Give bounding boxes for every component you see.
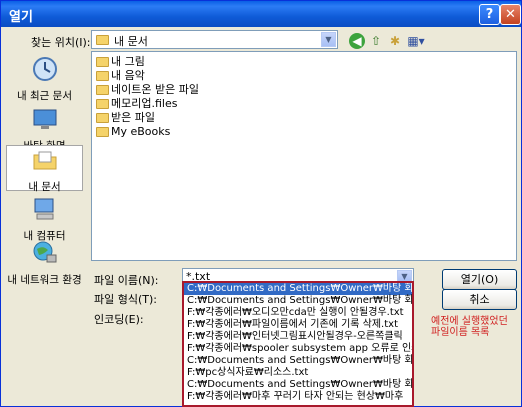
autocomplete-dropdown[interactable]: C:₩Documents and Settings₩Owner₩바탕 화면₩ C… [182, 281, 414, 407]
list-item[interactable]: 내 그림 [96, 55, 145, 69]
desktop-icon [33, 109, 56, 129]
autocomplete-item[interactable]: C:₩Documents and Settings₩Owner₩바탕 화면₩ [187, 355, 412, 367]
places-bar: 내 최근 문서 바탕 화면 내 문서 내 컴퓨터 내 네트워크 환경 [6, 49, 83, 286]
autocomplete-item[interactable]: F:₩pc상식자료₩리소스.txt [187, 367, 308, 379]
file-name: 내 음악 [111, 69, 145, 82]
lookin-value: 내 문서 [114, 35, 148, 48]
place-network[interactable]: 내 네트워크 환경 [6, 239, 83, 286]
lookin-combo[interactable]: 내 문서 ▼ [91, 30, 338, 49]
annotation-line: 예전에 실행했었던 [431, 316, 508, 327]
place-computer[interactable]: 내 컴퓨터 [6, 195, 83, 242]
my-computer-icon [34, 198, 53, 220]
folder-icon [96, 57, 109, 67]
place-label: 내 문서 [28, 181, 61, 193]
annotation-note: 예전에 실행했었던 파일이름 목록 [431, 316, 508, 338]
filetype-label: 파일 형식(T): [94, 293, 157, 306]
chevron-down-icon[interactable]: ▼ [321, 32, 336, 47]
folder-icon [96, 71, 109, 81]
place-label: 내 최근 문서 [17, 90, 72, 102]
list-item[interactable]: 메모리업.files [96, 97, 177, 111]
my-documents-icon [33, 151, 56, 170]
back-icon[interactable]: ◀ [349, 33, 365, 49]
place-mydocs[interactable]: 내 문서 [6, 145, 83, 193]
up-folder-icon[interactable]: ⇧ [368, 33, 384, 49]
file-name: 네이트온 받은 파일 [111, 83, 199, 96]
file-list[interactable]: 내 그림 내 음악 네이트온 받은 파일 메모리업.files 받은 파일 My… [91, 51, 517, 261]
file-name: 받은 파일 [111, 111, 155, 124]
autocomplete-item[interactable]: F:₩각종에러₩마후 꾸러기 타자 안되는 현상₩마후 [187, 391, 403, 403]
recent-documents-icon [32, 57, 57, 81]
place-recent[interactable]: 내 최근 문서 [6, 55, 83, 102]
help-button[interactable]: ? [479, 4, 500, 25]
folder-icon [96, 113, 109, 123]
file-name: 메모리업.files [111, 97, 178, 110]
encoding-label: 인코딩(E): [94, 313, 144, 326]
lookin-label: 찾는 위치(I): [31, 36, 91, 49]
autocomplete-item[interactable]: C:₩Documents and Settings₩Owner₩바탕 화면₩ [187, 379, 412, 391]
autocomplete-item[interactable]: C:₩Documents and Settings₩Owner₩바탕 화면₩ [187, 295, 412, 307]
place-desktop[interactable]: 바탕 화면 [6, 105, 83, 152]
views-menu-icon[interactable]: ▦▾ [406, 33, 426, 49]
autocomplete-item[interactable]: C:₩Documents and Settings₩Owner₩바탕 화면₩ [184, 283, 412, 295]
annotation-line: 파일이름 목록 [431, 327, 490, 338]
folder-icon [96, 127, 109, 137]
list-item[interactable]: 내 음악 [96, 69, 145, 83]
autocomplete-item[interactable]: F:₩각종에러₩spooler subsystem app 오류로 인쇄 [187, 343, 412, 355]
open-dialog: 열기 ? ✕ 찾는 위치(I): 내 문서 ▼ ◀ ⇧ ✱ ▦▾ 내 최근 문서… [0, 0, 522, 407]
autocomplete-item[interactable]: F:₩각종에러₩인터넷그림표시안될경우-오른쪽클릭 [187, 331, 403, 343]
autocomplete-item[interactable]: F:₩각종에러₩오디오만cda만 실행이 안될경우.txt [187, 307, 404, 319]
network-icon [33, 241, 56, 263]
close-button[interactable]: ✕ [500, 4, 521, 25]
filename-label: 파일 이름(N): [94, 274, 159, 287]
place-label: 내 네트워크 환경 [7, 274, 82, 286]
folder-icon [96, 33, 111, 46]
file-name: My eBooks [111, 125, 171, 138]
list-item[interactable]: My eBooks [96, 125, 170, 139]
folder-icon [96, 85, 109, 95]
title-bar[interactable]: 열기 ? ✕ [1, 1, 521, 27]
window-title: 열기 [9, 10, 33, 25]
folder-icon [96, 99, 109, 109]
autocomplete-item[interactable]: F:₩각종에러₩파일이름에서 기존에 기록 삭제.txt [187, 319, 398, 331]
list-item[interactable]: 받은 파일 [96, 111, 155, 125]
list-item[interactable]: 네이트온 받은 파일 [96, 83, 199, 97]
new-folder-icon[interactable]: ✱ [387, 33, 403, 49]
open-button[interactable]: 열기(O) [442, 269, 517, 290]
file-name: 내 그림 [111, 55, 145, 68]
cancel-button[interactable]: 취소 [442, 289, 517, 310]
